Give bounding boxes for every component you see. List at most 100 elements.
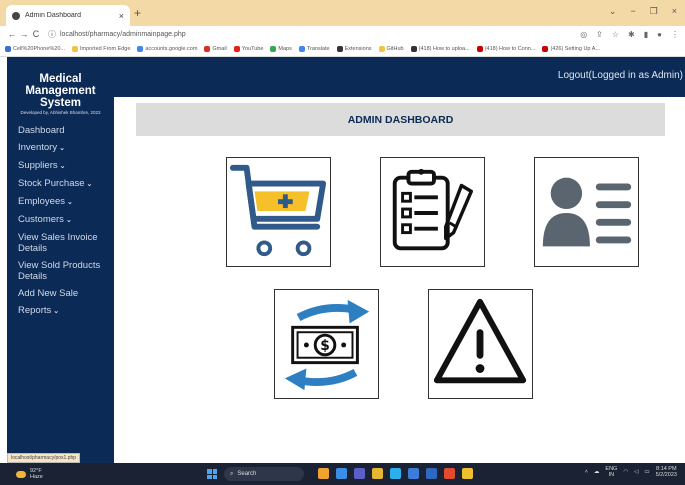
- money-exchange-card[interactable]: $: [274, 289, 379, 399]
- taskbar-app-icon[interactable]: [426, 468, 437, 479]
- extensions-icon[interactable]: ✱: [628, 30, 635, 39]
- taskbar-app-icon[interactable]: [372, 468, 383, 479]
- chevron-down-icon: ⌄: [59, 145, 65, 152]
- bookmark-star-icon[interactable]: ☆: [612, 30, 619, 39]
- sidebar-item[interactable]: Employees ⌄: [7, 196, 114, 208]
- bookmark-item[interactable]: (426) Setting Up A...: [542, 46, 600, 52]
- taskbar-app-icon[interactable]: [462, 468, 473, 479]
- windows-start-icon[interactable]: [207, 469, 217, 479]
- sidebar-item[interactable]: View Sold Products Details: [7, 260, 114, 282]
- clock[interactable]: 8:14 PM 5/2/2023: [656, 466, 677, 478]
- restore-button[interactable]: ❐: [650, 6, 658, 17]
- chevron-down-icon: ⌄: [53, 308, 60, 315]
- bookmark-item[interactable]: accounts.google.com: [137, 46, 197, 52]
- bookmark-label: Maps: [278, 46, 292, 52]
- sidebar-item[interactable]: Dashboard: [7, 125, 114, 136]
- bookmark-item[interactable]: Gmail: [204, 46, 227, 52]
- bookmark-favicon-icon: [336, 46, 343, 52]
- menu-kebab-icon[interactable]: ⋮: [671, 30, 679, 39]
- bookmark-item[interactable]: Cell%20Phone%20...: [5, 46, 65, 52]
- sidebar-item[interactable]: View Sales Invoice Details: [7, 232, 114, 254]
- bookmark-item[interactable]: GitHub: [378, 46, 404, 52]
- weather-widget[interactable]: 92°F Haze: [16, 468, 43, 480]
- taskbar-app-icon[interactable]: [390, 468, 401, 479]
- search-placeholder: Search: [237, 471, 257, 477]
- sidebar-item[interactable]: Customers ⌄: [7, 214, 114, 226]
- sidepanel-icon[interactable]: ▮: [644, 30, 648, 39]
- address-actions: ◎ ⇪ ☆ ✱ ▮ ● ⋮: [580, 30, 679, 39]
- bookmark-favicon-icon: [378, 46, 385, 52]
- status-bar-url: localhost/pharmacy/pos1.php: [7, 453, 81, 463]
- sidebar-item[interactable]: Suppliers ⌄: [7, 160, 114, 172]
- warning-card[interactable]: [428, 289, 533, 399]
- bookmark-favicon-icon: [204, 46, 211, 52]
- bookmarks-bar: Cell%20Phone%20... Imported From Edge acco…: [0, 42, 685, 57]
- bookmark-label: YouTube: [241, 46, 264, 52]
- wifi-icon[interactable]: ◠: [623, 469, 628, 475]
- taskbar-app-icon[interactable]: [318, 468, 329, 479]
- language-indicator[interactable]: ENG IN: [605, 466, 617, 478]
- app-brand: Medical Management System: [7, 57, 114, 109]
- sidebar-item[interactable]: Stock Purchase ⌄: [7, 178, 114, 190]
- bookmark-item[interactable]: Maps: [270, 46, 292, 52]
- sidebar-item-label: Employees: [18, 196, 65, 207]
- sidebar-item[interactable]: Reports ⌄: [7, 305, 114, 317]
- browser-tab-bar: Admin Dashboard × + ⌄ − ❐ ×: [0, 0, 685, 26]
- close-window-button[interactable]: ×: [672, 6, 677, 17]
- share-icon[interactable]: ⇪: [596, 30, 603, 39]
- new-tab-button[interactable]: +: [134, 6, 141, 20]
- bookmark-favicon-icon: [410, 46, 417, 52]
- bookmark-favicon-icon: [5, 46, 11, 52]
- developer-credit: Developed by, Abhishek Bhambre, 2023: [20, 110, 101, 115]
- reload-button[interactable]: C: [30, 29, 42, 39]
- warning-icon: [433, 298, 527, 384]
- onedrive-icon[interactable]: ☁: [594, 469, 600, 475]
- minimize-button[interactable]: −: [630, 6, 635, 17]
- bookmark-item[interactable]: Imported From Edge: [71, 46, 130, 52]
- taskbar-app-icon[interactable]: [444, 468, 455, 479]
- user-profile-card[interactable]: [534, 157, 639, 267]
- site-info-icon[interactable]: ⓘ: [48, 29, 56, 40]
- taskbar-app-icon[interactable]: [408, 468, 419, 479]
- sidebar-item-label: Dashboard: [18, 125, 65, 136]
- sidebar-item[interactable]: Inventory ⌄: [7, 142, 114, 154]
- bookmark-item[interactable]: Extensions: [336, 46, 372, 52]
- volume-icon[interactable]: ◁: [634, 469, 638, 475]
- bookmark-label: Translate: [306, 46, 330, 52]
- clipboard-list-icon: [392, 168, 473, 251]
- user-profile-icon: [542, 177, 632, 247]
- profile-avatar-icon[interactable]: ●: [657, 30, 662, 39]
- system-tray: ˄ ☁ ENG IN ◠ ◁ ▭ 8:14 PM 5/2/2023: [585, 466, 677, 478]
- bookmark-label: (418) How to Conn...: [484, 46, 536, 52]
- bookmark-item[interactable]: (418) How to Conn...: [476, 46, 536, 52]
- bookmark-item[interactable]: (418) How to uploa...: [410, 46, 470, 52]
- forward-button[interactable]: →: [18, 29, 30, 39]
- page-title: ADMIN DASHBOARD: [136, 103, 665, 136]
- cart-card[interactable]: [226, 157, 331, 267]
- bookmark-favicon-icon: [137, 46, 144, 52]
- sidebar-item[interactable]: Add New Sale: [7, 288, 114, 299]
- taskbar-app-icon[interactable]: [336, 468, 347, 479]
- bookmark-label: Extensions: [344, 46, 372, 52]
- url-field[interactable]: ⓘ localhost/pharmacy/adminmainpage.php: [48, 29, 580, 40]
- taskbar-search[interactable]: ⌕ Search: [224, 467, 304, 481]
- bookmark-favicon-icon: [542, 46, 549, 52]
- battery-icon[interactable]: ▭: [644, 469, 649, 475]
- taskbar-app-icon[interactable]: [354, 468, 365, 479]
- top-header: Logout(Logged in as Admin): [114, 57, 685, 97]
- clock-date: 5/2/2023: [655, 472, 677, 478]
- clipboard-card[interactable]: [380, 157, 485, 267]
- sidebar-item-label: Suppliers: [18, 160, 58, 171]
- tab-search-icon[interactable]: ⌄: [609, 6, 617, 17]
- logout-link[interactable]: Logout(Logged in as Admin): [558, 70, 683, 81]
- sidebar-item-label: Reports: [18, 305, 52, 316]
- bookmark-label: (426) Setting Up A...: [550, 46, 600, 52]
- bookmark-favicon-icon: [233, 46, 240, 52]
- google-lens-icon[interactable]: ◎: [580, 30, 587, 39]
- bookmark-item[interactable]: YouTube: [233, 46, 264, 52]
- browser-tab[interactable]: Admin Dashboard ×: [6, 5, 130, 26]
- bookmark-item[interactable]: Translate: [298, 46, 330, 52]
- back-button[interactable]: ←: [6, 29, 18, 39]
- tab-close-icon[interactable]: ×: [119, 11, 124, 21]
- tray-chevron-icon[interactable]: ˄: [585, 469, 588, 475]
